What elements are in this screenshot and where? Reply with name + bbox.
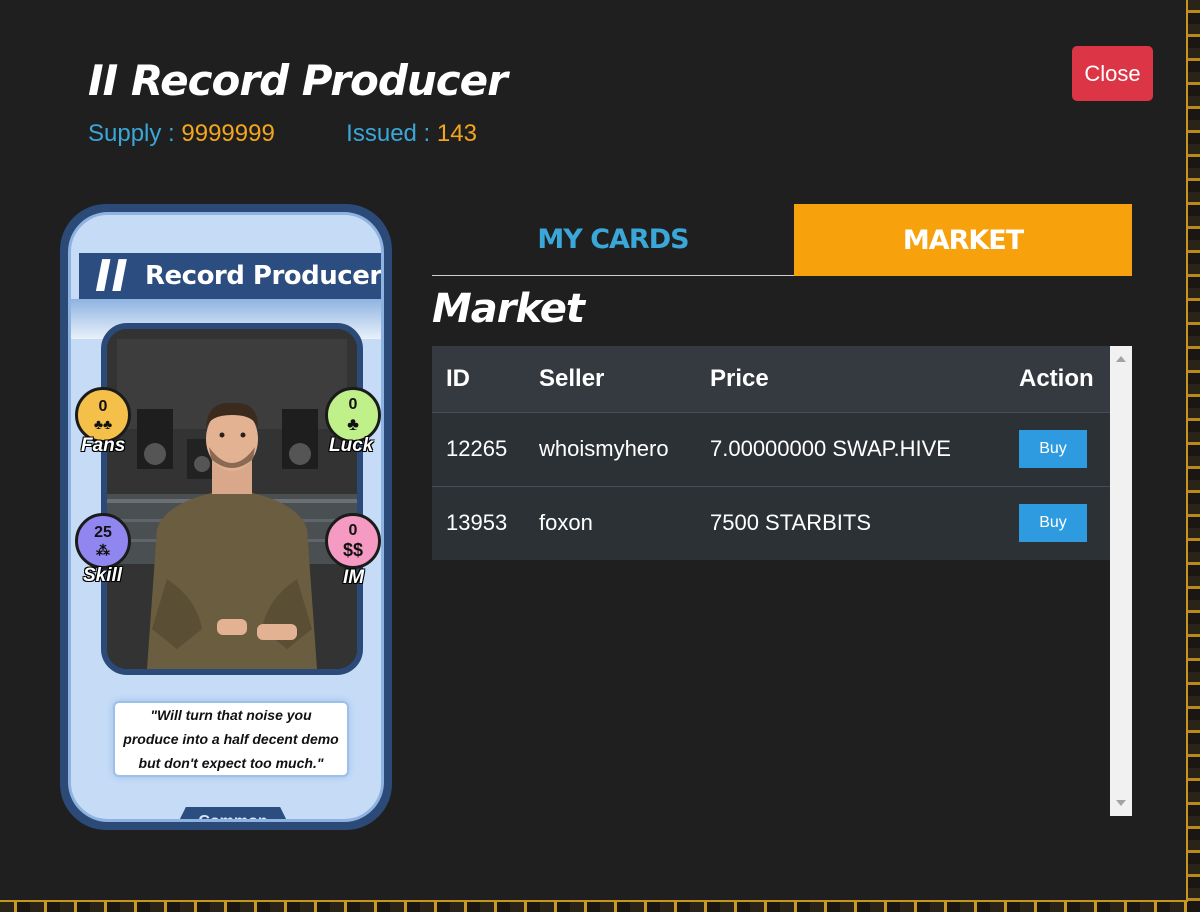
column-header-action: Action (1019, 364, 1094, 392)
listing-seller: foxon (539, 510, 593, 536)
card-title-bar: II Record Producer (79, 250, 382, 302)
market-table-container: ID Seller Price Action 12265 whoismyhero… (432, 346, 1132, 816)
card-name: Record Producer (145, 261, 382, 291)
tab-market[interactable]: MARKET (794, 204, 1132, 276)
game-card: II Record Producer 0 ♣♣ Fans 0 ♣ Luck 25… (60, 204, 392, 830)
scroll-down-arrow-icon[interactable] (1116, 800, 1126, 806)
card-artwork (101, 323, 363, 675)
card-face: II Record Producer 0 ♣♣ Fans 0 ♣ Luck 25… (68, 212, 384, 822)
listing-price: 7500 STARBITS (710, 510, 871, 536)
table-row: 12265 whoismyhero 7.00000000 SWAP.HIVE B… (432, 412, 1110, 486)
card-quote: "Will turn that noise you produce into a… (113, 701, 349, 777)
fans-icon: ♣♣ (93, 416, 113, 432)
record-producer-illustration (107, 329, 357, 669)
im-badge: 0 $$ (325, 513, 381, 569)
buy-button[interactable]: Buy (1019, 504, 1087, 543)
skill-icon: ⁂ (96, 541, 110, 558)
close-button[interactable]: Close (1072, 46, 1153, 101)
market-title: Market (432, 286, 585, 332)
background-pattern-right (1188, 0, 1200, 912)
skill-badge: 25 ⁂ (75, 513, 131, 569)
issued-value: 143 (436, 120, 477, 147)
tab-bar: MY CARDS MARKET (432, 204, 1132, 276)
dollar-icon: $$ (342, 539, 364, 560)
buy-button[interactable]: Buy (1019, 430, 1087, 468)
listing-id: 12265 (446, 436, 508, 461)
market-table: ID Seller Price Action 12265 whoismyhero… (432, 346, 1110, 560)
table-header-row: ID Seller Price Action (432, 346, 1110, 412)
listing-seller: whoismyhero (539, 436, 669, 461)
supply-label: Supply : (88, 120, 182, 147)
card-tier: II (95, 250, 128, 302)
im-value: 0 (348, 521, 358, 539)
luck-value: 0 (348, 395, 358, 413)
column-header-seller: Seller (539, 364, 605, 392)
supply-value: 9999999 (181, 120, 275, 147)
skill-value: 25 (94, 523, 112, 541)
card-detail-modal: II Record Producer Supply : 9999999 Issu… (0, 0, 1188, 902)
listing-price: 7.00000000 SWAP.HIVE (710, 436, 951, 461)
listing-id: 13953 (446, 510, 508, 536)
card-rarity: Common (171, 807, 295, 819)
column-header-price: Price (710, 364, 769, 392)
fans-value: 0 (98, 398, 108, 415)
table-scrollbar[interactable] (1110, 346, 1132, 816)
issued-label: Issued : (346, 120, 437, 147)
supply-stats: Supply : 9999999 Issued : 143 (88, 120, 477, 148)
fans-label: Fans (81, 435, 126, 456)
table-row: 13953 foxon 7500 STARBITS Buy (432, 486, 1110, 560)
skill-label: Skill (83, 565, 123, 586)
modal-title: II Record Producer (88, 56, 508, 105)
tab-my-cards[interactable]: MY CARDS (432, 204, 794, 276)
luck-label: Luck (329, 435, 374, 456)
im-label: IM (343, 567, 365, 588)
column-header-id: ID (446, 364, 470, 392)
scroll-up-arrow-icon[interactable] (1116, 356, 1126, 362)
background-pattern-bottom (0, 902, 1200, 912)
clover-icon: ♣ (347, 413, 359, 434)
